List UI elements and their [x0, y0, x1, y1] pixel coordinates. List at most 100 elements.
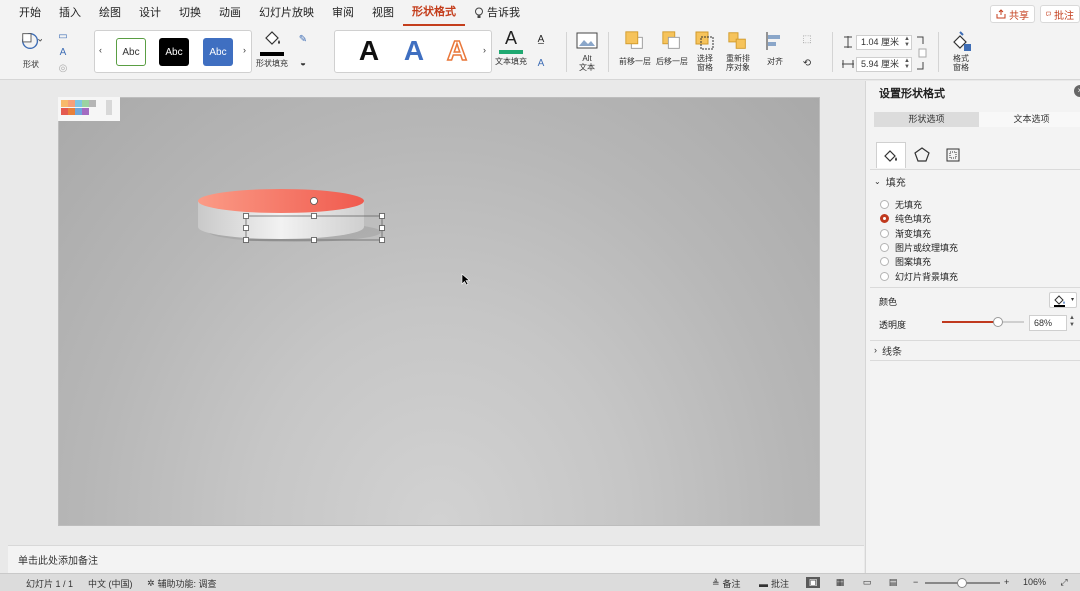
- tab-text-options[interactable]: 文本选项: [979, 112, 1080, 127]
- tab-view[interactable]: 视图: [363, 0, 403, 26]
- wordart-black[interactable]: A: [353, 35, 385, 67]
- wordart-next-icon[interactable]: ›: [483, 45, 486, 55]
- style-black[interactable]: Abc: [159, 38, 189, 66]
- fill-option-pattern[interactable]: 图案填充: [880, 255, 931, 268]
- text-box-icon[interactable]: A: [54, 45, 72, 59]
- notes-icon: ≜: [712, 578, 720, 588]
- radio-button[interactable]: [880, 243, 889, 252]
- reorder-label-1: 重新排: [726, 54, 750, 63]
- language-indicator[interactable]: 中文 (中国): [88, 577, 133, 590]
- wordart-blue[interactable]: A: [398, 35, 430, 67]
- notes-toggle-button[interactable]: ≜ 备注: [712, 577, 741, 590]
- tab-transitions[interactable]: 切换: [170, 0, 210, 26]
- fill-option-slide-bg[interactable]: 幻灯片背景填充: [880, 270, 958, 283]
- zoom-level[interactable]: 106%: [1023, 577, 1046, 587]
- fit-to-window-icon[interactable]: ⤢: [1057, 577, 1071, 588]
- reorder-objects-button[interactable]: 重新排 序对象: [722, 30, 754, 72]
- fill-option-gradient[interactable]: 渐变填充: [880, 227, 931, 240]
- edit-shape-icon[interactable]: ▭: [54, 29, 72, 43]
- alt-text-label-1: Alt: [582, 54, 592, 63]
- tab-shape-options[interactable]: 形状选项: [874, 112, 979, 127]
- width-spinner[interactable]: ▲ ▼: [904, 58, 910, 70]
- comments-toggle-button[interactable]: ▬ 批注: [759, 577, 789, 590]
- slide-sorter-icon[interactable]: ▦: [833, 577, 847, 588]
- radio-button[interactable]: [880, 272, 889, 281]
- reading-view-icon[interactable]: ▭: [860, 577, 874, 588]
- slideshow-view-icon[interactable]: ▤: [886, 577, 900, 588]
- height-spinner[interactable]: ▲ ▼: [904, 36, 910, 48]
- size-properties-icon[interactable]: [938, 142, 968, 168]
- shape-styles-gallery: ‹ Abc Abc Abc ›: [94, 30, 252, 73]
- gallery-next-icon[interactable]: ›: [243, 45, 246, 55]
- tab-review[interactable]: 审阅: [323, 0, 363, 26]
- fill-option-picture[interactable]: 图片或纹理填充: [880, 241, 958, 254]
- close-icon[interactable]: ×: [1074, 85, 1080, 97]
- transparency-spinner[interactable]: ▲ ▼: [1069, 315, 1075, 329]
- palette-swatch: [82, 100, 89, 107]
- merge-shapes-icon[interactable]: ◎: [54, 61, 72, 75]
- shape-outline-icon[interactable]: ✎: [294, 32, 312, 46]
- shape-fill-button[interactable]: 形状填充: [254, 28, 290, 68]
- accessibility-icon: ✲: [147, 578, 155, 588]
- bring-forward-label: 前移一层: [619, 57, 651, 66]
- tab-animations[interactable]: 动画: [210, 0, 250, 26]
- format-pane-button[interactable]: 格式 窗格: [946, 30, 976, 72]
- text-fill-label: 文本填充: [495, 57, 527, 66]
- tab-slideshow[interactable]: 幻灯片放映: [250, 0, 323, 26]
- tab-design[interactable]: 设计: [130, 0, 170, 26]
- selection-frame[interactable]: [240, 192, 390, 248]
- format-pane-label-1: 格式: [953, 54, 969, 63]
- accessibility-status[interactable]: ✲ 辅助功能: 调查: [147, 577, 217, 590]
- alt-text-label-2: 文本: [579, 63, 595, 72]
- transparency-slider[interactable]: [942, 317, 1024, 327]
- fill-option-label: 幻灯片背景填充: [895, 272, 959, 282]
- alt-text-button[interactable]: Alt 文本: [572, 30, 602, 72]
- wordart-orange-outline[interactable]: A: [441, 34, 473, 67]
- send-backward-button[interactable]: 后移一层: [654, 30, 690, 66]
- transparency-input[interactable]: 68%: [1029, 315, 1067, 331]
- zoom-out-icon[interactable]: −: [913, 577, 918, 587]
- text-effects-icon[interactable]: A: [532, 56, 550, 70]
- radio-button[interactable]: [880, 257, 889, 266]
- rotate-icon[interactable]: ⟲: [798, 56, 816, 70]
- group-objects-icon[interactable]: ⬚: [798, 32, 816, 46]
- align-button[interactable]: 对齐: [760, 30, 790, 66]
- height-icon: [844, 36, 852, 48]
- effects-pentagon-icon[interactable]: [907, 142, 937, 168]
- zoom-slider-thumb[interactable]: [957, 578, 967, 588]
- fill-section-header[interactable]: ⌄ 填充: [870, 172, 1080, 190]
- color-picker-button[interactable]: ▾: [1049, 292, 1077, 308]
- line-section-header[interactable]: › 线条: [870, 341, 1080, 359]
- text-fill-button[interactable]: A 文本填充: [494, 28, 528, 67]
- palette-swatch: [89, 100, 96, 107]
- tell-me-search[interactable]: 告诉我: [465, 0, 529, 26]
- radio-button-selected[interactable]: [880, 214, 889, 223]
- tab-insert[interactable]: 插入: [50, 0, 90, 26]
- shape-icon: [22, 32, 42, 50]
- radio-button[interactable]: [880, 229, 889, 238]
- zoom-in-icon[interactable]: +: [1004, 577, 1009, 587]
- style-outline-green[interactable]: Abc: [116, 38, 146, 66]
- tab-home[interactable]: 开始: [10, 0, 50, 26]
- transparency-slider-thumb[interactable]: [992, 317, 1003, 327]
- shape-effects-icon[interactable]: ◒: [294, 56, 312, 70]
- fill-option-solid[interactable]: 纯色填充: [880, 212, 931, 225]
- bring-forward-button[interactable]: 前移一层: [614, 30, 656, 66]
- slide-canvas[interactable]: [58, 97, 820, 526]
- comments-button[interactable]: 批注: [1040, 5, 1080, 23]
- fill-option-label: 图片或纹理填充: [895, 243, 959, 253]
- tab-shape-format[interactable]: 形状格式: [403, 0, 465, 26]
- fill-option-none[interactable]: 无填充: [880, 198, 922, 211]
- notes-pane[interactable]: 单击此处添加备注: [8, 545, 864, 573]
- insert-shape-button[interactable]: 形状: [14, 30, 48, 69]
- lock-aspect-icon[interactable]: [915, 35, 927, 71]
- normal-view-icon[interactable]: ▣: [806, 577, 820, 588]
- gallery-prev-icon[interactable]: ‹: [99, 45, 102, 55]
- style-blue[interactable]: Abc: [203, 38, 233, 66]
- selection-pane-button[interactable]: 选择 窗格: [692, 30, 718, 72]
- text-outline-icon[interactable]: A̲: [532, 32, 550, 46]
- tab-draw[interactable]: 绘图: [90, 0, 130, 26]
- radio-button[interactable]: [880, 200, 889, 209]
- fill-line-icon[interactable]: [876, 142, 906, 168]
- share-button[interactable]: 共享: [990, 5, 1035, 23]
